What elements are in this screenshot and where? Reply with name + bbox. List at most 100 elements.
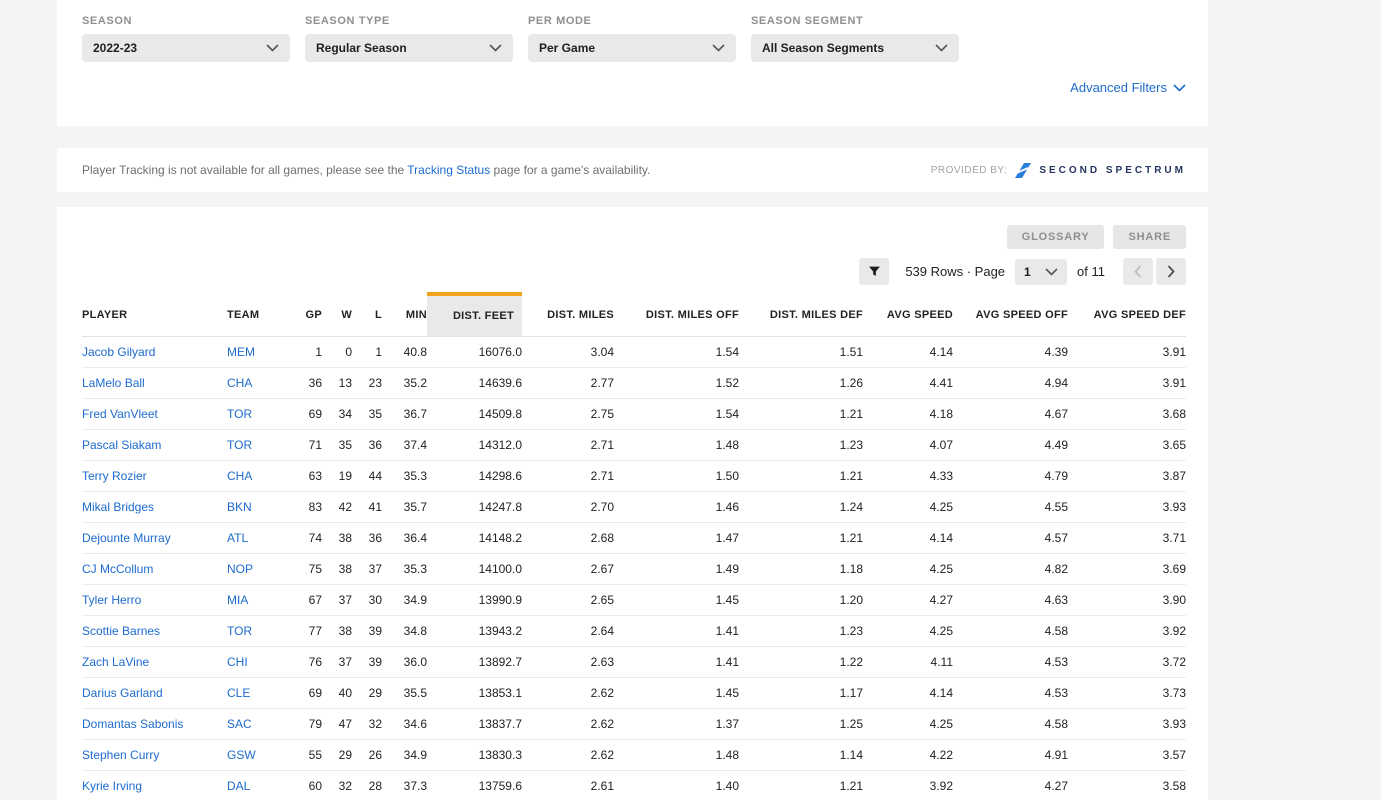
stat-cell: 3.68 xyxy=(1068,398,1186,429)
column-header-avg-speed-def[interactable]: AVG SPEED DEF xyxy=(1068,294,1186,336)
column-header-dist-miles-off[interactable]: DIST. MILES OFF xyxy=(614,294,739,336)
team-link[interactable]: TOR xyxy=(227,407,252,421)
team-cell: CLE xyxy=(227,677,282,708)
column-header-team[interactable]: TEAM xyxy=(227,294,282,336)
stat-cell: 1.23 xyxy=(739,429,863,460)
team-link[interactable]: SAC xyxy=(227,717,252,731)
player-link[interactable]: Scottie Barnes xyxy=(82,624,160,638)
season-type-label: SEASON TYPE xyxy=(305,15,513,27)
column-header-w[interactable]: W xyxy=(322,294,352,336)
stat-cell: 1.40 xyxy=(614,770,739,800)
team-link[interactable]: BKN xyxy=(227,500,252,514)
team-link[interactable]: GSW xyxy=(227,748,256,762)
stat-cell: 14100.0 xyxy=(427,553,522,584)
stat-cell: 63 xyxy=(282,460,322,491)
player-link[interactable]: Domantas Sabonis xyxy=(82,717,183,731)
notice-text-after: page for a game's availability. xyxy=(490,163,650,177)
player-link[interactable]: Zach LaVine xyxy=(82,655,149,669)
column-header-dist-miles-def[interactable]: DIST. MILES DEF xyxy=(739,294,863,336)
stat-cell: 3.57 xyxy=(1068,739,1186,770)
team-cell: MIA xyxy=(227,584,282,615)
player-cell: CJ McCollum xyxy=(82,553,227,584)
player-link[interactable]: Darius Garland xyxy=(82,686,163,700)
team-link[interactable]: CHI xyxy=(227,655,248,669)
stat-cell: 4.63 xyxy=(953,584,1068,615)
player-link[interactable]: Stephen Curry xyxy=(82,748,159,762)
player-link[interactable]: Jacob Gilyard xyxy=(82,345,155,359)
player-link[interactable]: LaMelo Ball xyxy=(82,376,145,390)
stat-cell: 4.58 xyxy=(953,615,1068,646)
column-header-avg-speed[interactable]: AVG SPEED xyxy=(863,294,953,336)
team-link[interactable]: CHA xyxy=(227,469,252,483)
chevron-down-icon xyxy=(712,44,725,52)
stat-cell: 35.2 xyxy=(382,367,427,398)
chevron-down-icon xyxy=(935,44,948,52)
stat-cell: 13892.7 xyxy=(427,646,522,677)
team-link[interactable]: MIA xyxy=(227,593,248,607)
team-link[interactable]: NOP xyxy=(227,562,253,576)
player-cell: Pascal Siakam xyxy=(82,429,227,460)
column-header-dist-feet[interactable]: DIST. FEET xyxy=(427,294,522,336)
per-mode-dropdown[interactable]: Per Game xyxy=(528,34,736,62)
next-page-button[interactable] xyxy=(1156,258,1186,285)
stat-cell: 2.71 xyxy=(522,429,614,460)
player-link[interactable]: Mikal Bridges xyxy=(82,500,154,514)
player-link[interactable]: Fred VanVleet xyxy=(82,407,158,421)
stat-cell: 4.33 xyxy=(863,460,953,491)
stat-cell: 37 xyxy=(322,584,352,615)
filter-button[interactable] xyxy=(859,258,889,285)
column-header-min[interactable]: MIN xyxy=(382,294,427,336)
column-header-dist-miles[interactable]: DIST. MILES xyxy=(522,294,614,336)
column-header-avg-speed-off[interactable]: AVG SPEED OFF xyxy=(953,294,1068,336)
season-type-value: Regular Season xyxy=(316,41,407,55)
team-link[interactable]: CLE xyxy=(227,686,250,700)
player-link[interactable]: Terry Rozier xyxy=(82,469,147,483)
tracking-status-link[interactable]: Tracking Status xyxy=(407,163,490,177)
stat-cell: 1.47 xyxy=(614,522,739,553)
page-select[interactable]: 1 xyxy=(1015,259,1067,285)
stat-cell: 76 xyxy=(282,646,322,677)
player-link[interactable]: Dejounte Murray xyxy=(82,531,171,545)
stat-cell: 71 xyxy=(282,429,322,460)
team-link[interactable]: DAL xyxy=(227,779,250,793)
filters-panel: SEASON 2022-23 SEASON TYPE Regular Seaso… xyxy=(57,0,1208,126)
stat-cell: 4.14 xyxy=(863,336,953,367)
season-type-dropdown[interactable]: Regular Season xyxy=(305,34,513,62)
player-link[interactable]: Tyler Herro xyxy=(82,593,141,607)
team-cell: CHA xyxy=(227,460,282,491)
advanced-filters-link[interactable]: Advanced Filters xyxy=(1070,80,1186,95)
stat-cell: 14312.0 xyxy=(427,429,522,460)
season-segment-dropdown[interactable]: All Season Segments xyxy=(751,34,959,62)
player-link[interactable]: Pascal Siakam xyxy=(82,438,161,452)
stat-cell: 69 xyxy=(282,677,322,708)
stat-cell: 35 xyxy=(322,429,352,460)
stat-cell: 32 xyxy=(322,770,352,800)
previous-page-button[interactable] xyxy=(1123,258,1153,285)
player-cell: Jacob Gilyard xyxy=(82,336,227,367)
share-button[interactable]: SHARE xyxy=(1113,225,1186,249)
stat-cell: 75 xyxy=(282,553,322,584)
player-link[interactable]: CJ McCollum xyxy=(82,562,153,576)
tracking-notice-text: Player Tracking is not available for all… xyxy=(82,163,650,177)
stat-cell: 3.90 xyxy=(1068,584,1186,615)
team-link[interactable]: ATL xyxy=(227,531,248,545)
team-link[interactable]: TOR xyxy=(227,624,252,638)
column-header-gp[interactable]: GP xyxy=(282,294,322,336)
stat-cell: 4.25 xyxy=(863,615,953,646)
stat-cell: 39 xyxy=(352,646,382,677)
glossary-button[interactable]: GLOSSARY xyxy=(1007,225,1105,249)
team-cell: GSW xyxy=(227,739,282,770)
team-link[interactable]: MEM xyxy=(227,345,255,359)
table-row: Dejounte MurrayATL74383636.414148.22.681… xyxy=(82,522,1186,553)
column-header-l[interactable]: L xyxy=(352,294,382,336)
column-header-player[interactable]: PLAYER xyxy=(82,294,227,336)
stat-cell: 4.27 xyxy=(863,584,953,615)
player-cell: Kyrie Irving xyxy=(82,770,227,800)
stat-cell: 2.62 xyxy=(522,677,614,708)
team-cell: CHI xyxy=(227,646,282,677)
team-link[interactable]: TOR xyxy=(227,438,252,452)
player-link[interactable]: Kyrie Irving xyxy=(82,779,142,793)
team-link[interactable]: CHA xyxy=(227,376,252,390)
season-dropdown[interactable]: 2022-23 xyxy=(82,34,290,62)
stat-cell: 1.54 xyxy=(614,336,739,367)
